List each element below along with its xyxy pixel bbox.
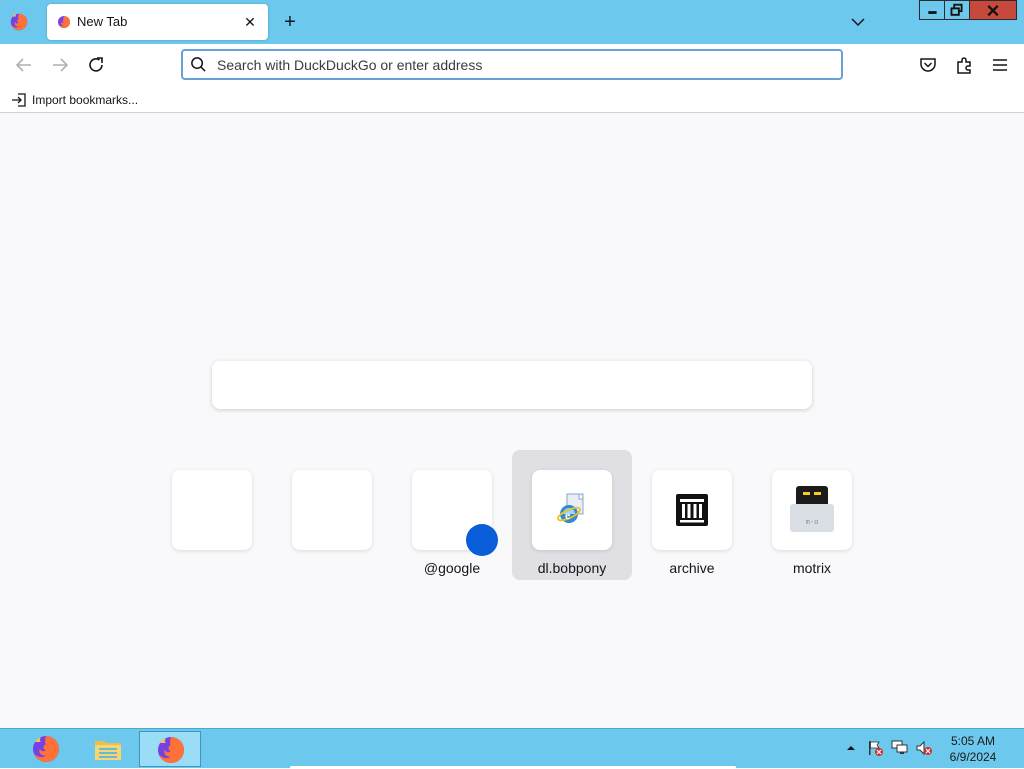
tray-expand-icon[interactable] xyxy=(846,743,856,753)
navigation-toolbar xyxy=(0,44,1024,86)
folder-icon xyxy=(95,741,121,760)
firefox-icon xyxy=(158,737,184,764)
shortcut-label: dl.bobpony xyxy=(537,560,607,576)
network-icon[interactable] xyxy=(891,739,909,757)
close-icon xyxy=(987,4,999,17)
shortcut-tile-box xyxy=(412,470,498,556)
import-bookmarks-label: Import bookmarks... xyxy=(32,93,139,107)
close-window-button[interactable] xyxy=(969,0,1017,20)
shortcut-label: @google xyxy=(423,560,481,576)
newtab-search-box[interactable] xyxy=(212,361,812,409)
shortcut-label: motrix xyxy=(792,560,832,576)
puzzle-icon[interactable] xyxy=(953,54,975,76)
clock-date: 6/9/2024 xyxy=(949,750,997,764)
taskbar-clock[interactable]: 5:05 AM 6/9/2024 xyxy=(942,733,1004,765)
address-bar[interactable] xyxy=(181,49,843,80)
firefox-icon[interactable] xyxy=(8,11,30,33)
new-tab-button[interactable]: + xyxy=(279,11,301,33)
arrow-right-icon[interactable] xyxy=(48,53,72,77)
shortcut-tile-box xyxy=(172,470,252,550)
import-bookmarks-button[interactable]: Import bookmarks... xyxy=(11,91,138,109)
archive-building-icon xyxy=(676,494,708,526)
firefox-icon xyxy=(58,16,70,29)
search-input[interactable] xyxy=(215,55,815,75)
tab-new-tab[interactable]: New Tab ✕ xyxy=(47,4,268,40)
taskbar-file-explorer[interactable] xyxy=(77,731,139,767)
tab-title: New Tab xyxy=(77,14,128,29)
minimize-button[interactable] xyxy=(919,0,945,20)
bookmarks-toolbar: Import bookmarks... xyxy=(0,86,1024,113)
arrow-left-icon[interactable] xyxy=(12,53,36,77)
chevron-down-icon[interactable] xyxy=(848,12,868,32)
action-center-flag-icon[interactable] xyxy=(866,739,884,757)
shortcut-label: archive xyxy=(669,560,715,576)
shortcut-tile-box xyxy=(292,470,372,550)
hamburger-icon[interactable] xyxy=(989,54,1011,76)
search-icon xyxy=(191,57,206,72)
shortcut-tile-dl-bobpony[interactable]: e dl.bobpony xyxy=(512,450,632,580)
firefox-icon xyxy=(33,736,59,763)
tab-strip: New Tab ✕ + xyxy=(0,0,1024,44)
restore-icon xyxy=(950,3,963,16)
shortcut-tile-1[interactable] xyxy=(152,450,272,580)
restore-button[interactable] xyxy=(944,0,970,20)
reload-icon[interactable] xyxy=(84,53,108,77)
import-icon xyxy=(12,93,26,107)
taskbar-firefox-active[interactable] xyxy=(139,731,201,767)
taskbar-firefox[interactable] xyxy=(15,731,77,767)
shortcut-tile-2[interactable] xyxy=(272,450,392,580)
shortcut-tile-box: m·o xyxy=(772,470,852,550)
shortcut-tile-archive[interactable]: archive xyxy=(632,450,752,580)
svg-text:e: e xyxy=(565,508,571,522)
window-controls xyxy=(919,0,1017,20)
close-tab-button[interactable]: ✕ xyxy=(240,12,260,32)
internet-explorer-icon: e xyxy=(557,493,584,523)
clock-time: 5:05 AM xyxy=(950,734,996,748)
svg-text:m·o: m·o xyxy=(806,518,819,526)
blue-dot-icon xyxy=(466,524,498,556)
new-tab-page: @google e dl.bobpony archive m·o motrix xyxy=(0,113,1024,728)
pocket-icon[interactable] xyxy=(917,54,939,76)
motrix-icon: m·o xyxy=(790,486,834,532)
shortcut-tile-box: e xyxy=(532,470,612,550)
minimize-icon xyxy=(928,11,937,14)
shortcut-tile-motrix[interactable]: m·o motrix xyxy=(752,450,872,580)
taskbar: 5:05 AM 6/9/2024 xyxy=(0,728,1024,769)
volume-muted-icon[interactable] xyxy=(915,739,933,757)
shortcut-tile-google[interactable]: @google xyxy=(392,450,512,580)
shortcut-tile-box xyxy=(652,470,732,550)
